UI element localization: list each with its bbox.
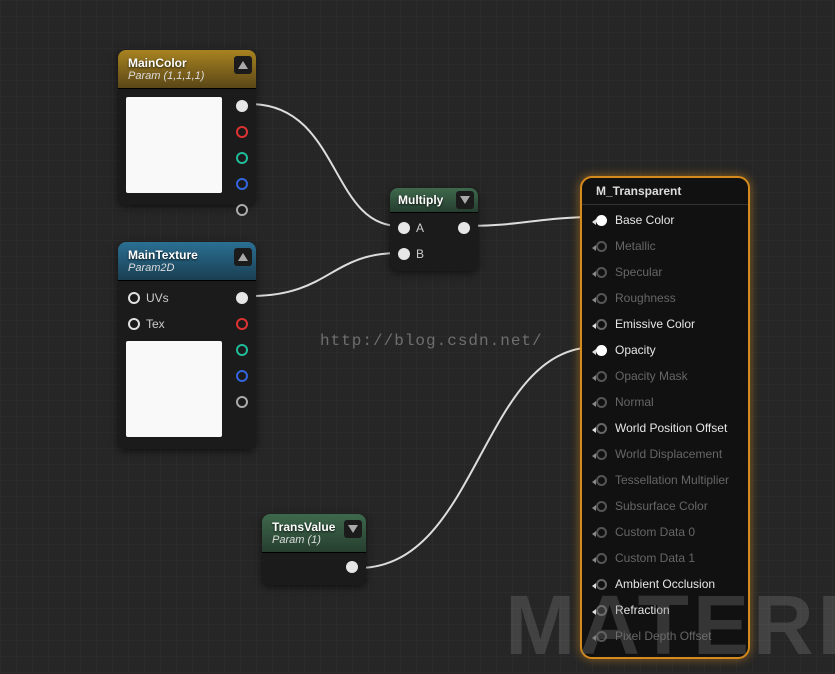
material-input-pin: Specular — [582, 259, 748, 285]
pin-label: Custom Data 1 — [615, 551, 695, 565]
watermark-url: http://blog.csdn.net/ — [320, 332, 543, 350]
collapse-button[interactable] — [234, 56, 252, 74]
pin-label: Specular — [615, 265, 662, 279]
material-input-pin: World Displacement — [582, 441, 748, 467]
watermark-brand: MATERI — [505, 577, 835, 674]
output-pin-b[interactable] — [236, 370, 248, 382]
node-title: MainTexture — [128, 248, 246, 262]
pin-label: Base Color — [615, 213, 674, 227]
pin-label: Opacity Mask — [615, 369, 688, 383]
pin-socket — [596, 527, 607, 538]
output-pin-r[interactable] — [236, 318, 248, 330]
node-header[interactable]: Multiply — [390, 188, 478, 213]
pin-socket — [596, 449, 607, 460]
pin-label: UVs — [146, 291, 169, 305]
pin-socket — [596, 553, 607, 564]
material-input-pin[interactable]: Emissive Color — [582, 311, 748, 337]
input-pin-a[interactable] — [398, 222, 410, 234]
color-preview — [126, 97, 222, 193]
pin-label: Custom Data 0 — [615, 525, 695, 539]
collapse-button[interactable] — [456, 191, 474, 209]
pin-label: B — [416, 247, 424, 261]
input-pin-uvs[interactable] — [128, 292, 140, 304]
node-subtitle: Param2D — [128, 262, 246, 275]
material-input-pin: Custom Data 0 — [582, 519, 748, 545]
pin-socket — [596, 267, 607, 278]
output-pin[interactable] — [458, 222, 470, 234]
material-input-pin: Tessellation Multiplier — [582, 467, 748, 493]
output-pin-a[interactable] — [236, 396, 248, 408]
pin-label: World Displacement — [615, 447, 722, 461]
texture-preview — [126, 341, 222, 437]
pin-socket[interactable] — [596, 345, 607, 356]
material-input-pin: Custom Data 1 — [582, 545, 748, 571]
pin-socket[interactable] — [596, 319, 607, 330]
output-pin-b[interactable] — [236, 178, 248, 190]
material-input-pin: Subsurface Color — [582, 493, 748, 519]
pin-label: Emissive Color — [615, 317, 695, 331]
output-pin-rgb[interactable] — [236, 292, 248, 304]
material-input-pin[interactable]: World Position Offset — [582, 415, 748, 441]
node-transvalue[interactable]: TransValue Param (1) — [262, 514, 366, 585]
pin-label: World Position Offset — [615, 421, 727, 435]
material-input-pin: Normal — [582, 389, 748, 415]
output-pin-g[interactable] — [236, 152, 248, 164]
collapse-button[interactable] — [234, 248, 252, 266]
node-maintexture[interactable]: MainTexture Param2D UVs Tex — [118, 242, 256, 449]
output-pin-rgba[interactable] — [236, 100, 248, 112]
output-pin[interactable] — [346, 561, 358, 573]
material-input-pin: Opacity Mask — [582, 363, 748, 389]
pin-socket — [596, 371, 607, 382]
pin-label: Metallic — [615, 239, 656, 253]
pin-socket — [596, 293, 607, 304]
input-pin-tex[interactable] — [128, 318, 140, 330]
material-input-pin[interactable]: Base Color — [582, 207, 748, 233]
pin-socket[interactable] — [596, 423, 607, 434]
node-header[interactable]: M_Transparent — [582, 178, 748, 205]
pin-label: Roughness — [615, 291, 676, 305]
material-input-pin: Metallic — [582, 233, 748, 259]
pin-label: A — [416, 221, 424, 235]
material-input-pin[interactable]: Opacity — [582, 337, 748, 363]
input-pin-b[interactable] — [398, 248, 410, 260]
collapse-button[interactable] — [344, 520, 362, 538]
node-title: M_Transparent — [596, 184, 734, 198]
pin-socket — [596, 397, 607, 408]
node-header[interactable]: TransValue Param (1) — [262, 514, 366, 553]
pin-label: Tessellation Multiplier — [615, 473, 729, 487]
pin-socket — [596, 475, 607, 486]
pin-socket — [596, 501, 607, 512]
node-maincolor[interactable]: MainColor Param (1,1,1,1) — [118, 50, 256, 205]
node-title: MainColor — [128, 56, 246, 70]
node-multiply[interactable]: Multiply A B — [390, 188, 478, 271]
node-subtitle: Param (1,1,1,1) — [128, 70, 246, 83]
node-header[interactable]: MainTexture Param2D — [118, 242, 256, 281]
pin-label: Tex — [146, 317, 165, 331]
pin-label: Normal — [615, 395, 654, 409]
node-header[interactable]: MainColor Param (1,1,1,1) — [118, 50, 256, 89]
output-pin-r[interactable] — [236, 126, 248, 138]
output-pin-g[interactable] — [236, 344, 248, 356]
material-input-pin: Roughness — [582, 285, 748, 311]
pin-socket — [596, 241, 607, 252]
pin-label: Subsurface Color — [615, 499, 708, 513]
output-pin-a[interactable] — [236, 204, 248, 216]
pin-label: Opacity — [615, 343, 656, 357]
pin-socket[interactable] — [596, 215, 607, 226]
